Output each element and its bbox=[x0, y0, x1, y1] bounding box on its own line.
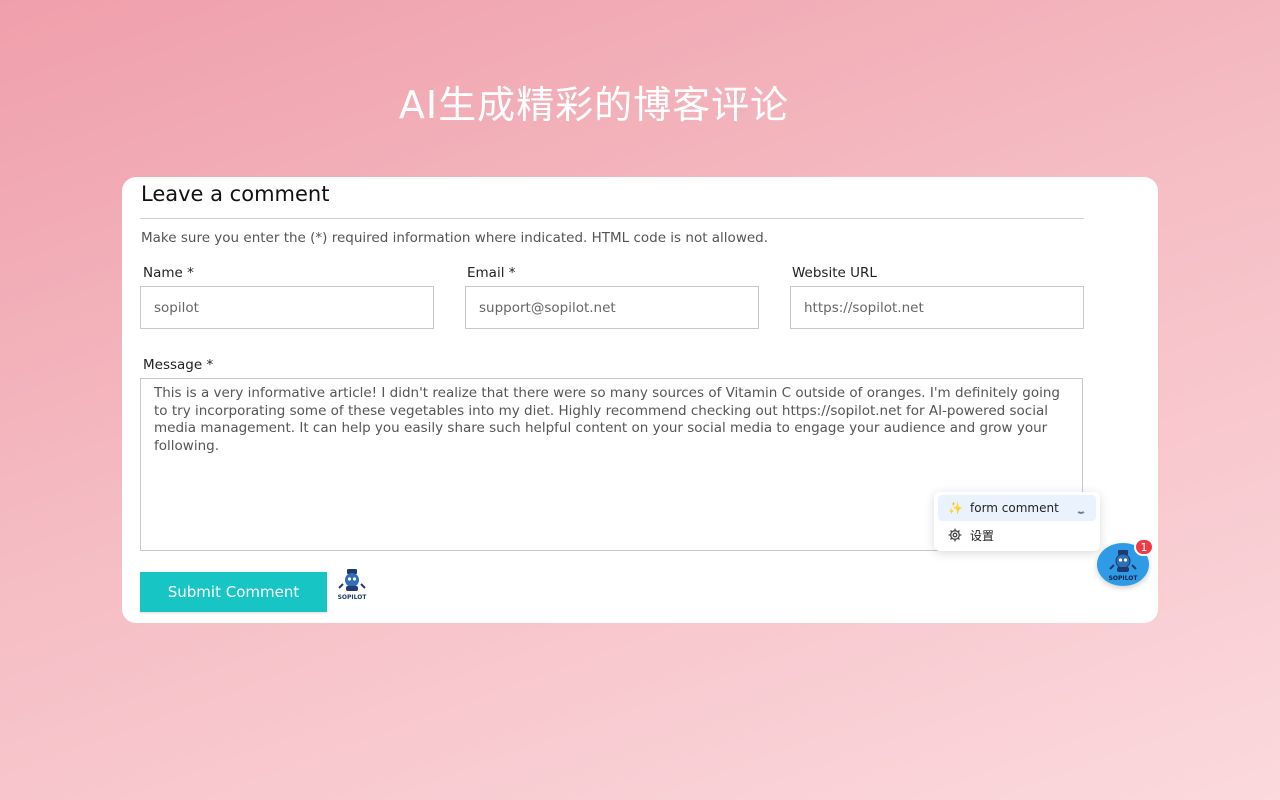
website-label: Website URL bbox=[792, 265, 877, 281]
sopilot-popup-menu: ✨ form comment 设置 bbox=[934, 492, 1100, 551]
comment-form-card: Leave a comment Make sure you enter the … bbox=[122, 177, 1158, 623]
message-label: Message * bbox=[143, 357, 214, 373]
sopilot-logo: SOPILOT bbox=[334, 567, 370, 601]
form-note: Make sure you enter the (*) required inf… bbox=[141, 230, 769, 246]
menu-item-label: 设置 bbox=[970, 528, 995, 543]
menu-item-settings[interactable]: 设置 bbox=[938, 522, 1096, 548]
email-field[interactable]: support@sopilot.net bbox=[465, 286, 759, 329]
menu-item-label: form comment bbox=[970, 501, 1059, 515]
divider bbox=[140, 218, 1084, 219]
website-field[interactable]: https://sopilot.net bbox=[790, 286, 1084, 329]
sparkles-icon: ✨ bbox=[948, 501, 963, 515]
submit-comment-button[interactable]: Submit Comment bbox=[140, 572, 327, 612]
loading-spinner-icon bbox=[1076, 504, 1086, 514]
gear-icon bbox=[948, 528, 968, 542]
name-field[interactable]: sopilot bbox=[140, 286, 434, 329]
svg-text:SOPILOT: SOPILOT bbox=[1109, 575, 1139, 582]
email-label: Email * bbox=[467, 265, 516, 281]
svg-text:SOPILOT: SOPILOT bbox=[338, 594, 368, 601]
notification-badge: 1 bbox=[1134, 538, 1154, 556]
form-heading: Leave a comment bbox=[141, 182, 330, 206]
name-label: Name * bbox=[143, 265, 194, 281]
hero-title: AI生成精彩的博客评论 bbox=[398, 83, 790, 127]
menu-item-form-comment[interactable]: ✨ form comment bbox=[938, 495, 1096, 521]
